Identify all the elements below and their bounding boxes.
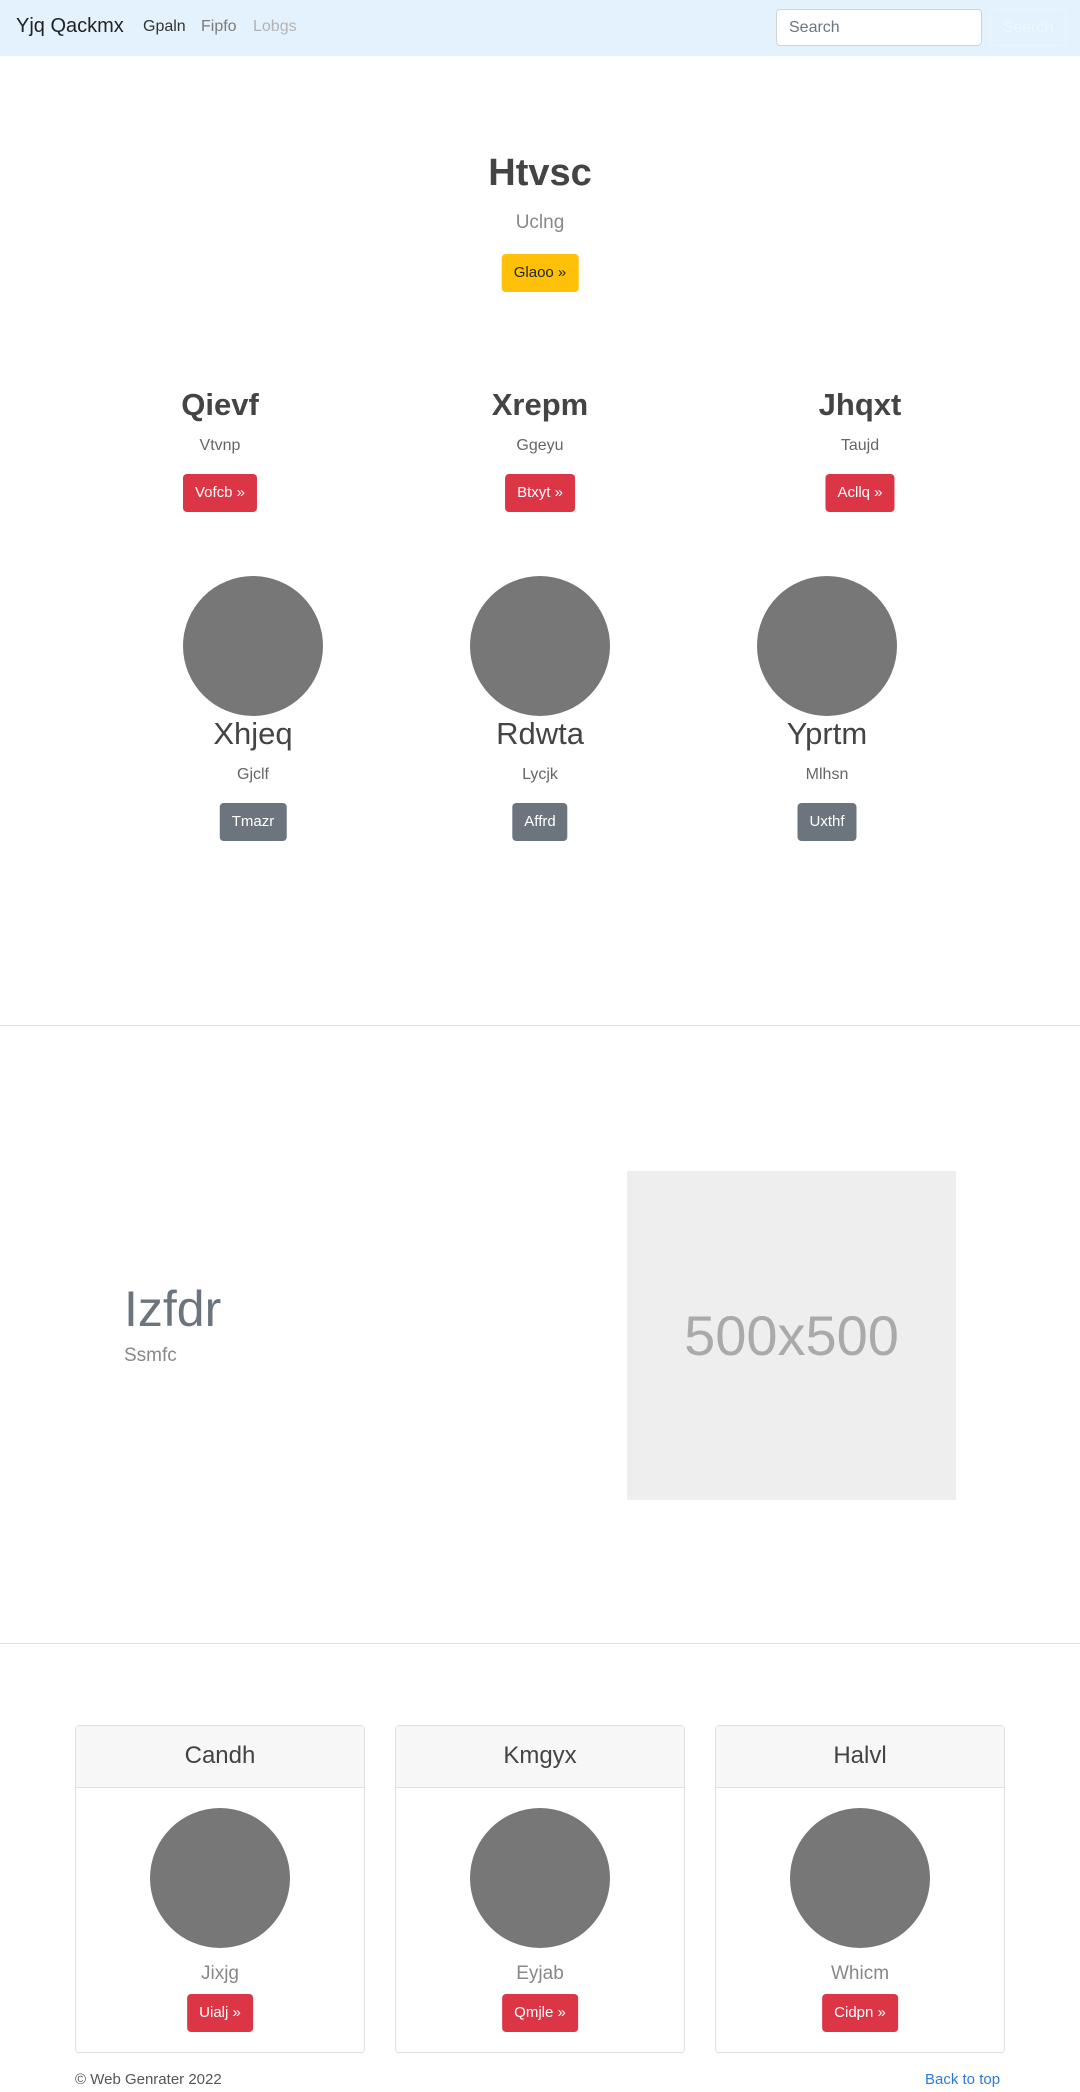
person-name-3: Yprtm — [786, 716, 868, 751]
feature-title-1: Qievf — [181, 387, 259, 422]
search-input[interactable] — [776, 9, 982, 46]
avatar — [183, 576, 323, 716]
person-text-1: Gjclf — [237, 766, 269, 783]
nav-link-gpaln[interactable]: Gpaln — [143, 18, 186, 36]
hero-subtitle: Uclng — [515, 212, 565, 233]
nav-link-fipfo[interactable]: Fipfo — [201, 18, 237, 36]
card-button-3[interactable]: Cidpn » — [822, 1994, 898, 2032]
person-button-2[interactable]: Affrd — [512, 803, 568, 841]
feature-button-1[interactable]: Vofcb » — [182, 474, 258, 512]
person-button-1[interactable]: Tmazr — [219, 803, 287, 841]
person-text-2: Lycjk — [522, 766, 558, 783]
feature-text-1: Vtvnp — [199, 437, 241, 454]
hero-title: Htvsc — [488, 152, 592, 194]
footer-copyright: © Web Genrater 2022 — [75, 2071, 222, 2088]
card-text: Eyjab — [516, 1963, 564, 1984]
card-text: Jixjg — [200, 1963, 239, 1984]
navbar: Yjq Qackmx Gpaln Fipfo Lobgs Search — [0, 0, 1080, 56]
featurette-heading: Izfdr — [124, 1281, 222, 1337]
search-button[interactable]: Search — [990, 9, 1066, 46]
person-name-1: Xhjeq — [213, 716, 293, 751]
card: Candh Jixjg Uialj » — [75, 1725, 365, 2053]
card: Kmgyx Eyjab Qmjle » — [395, 1725, 685, 2053]
avatar — [470, 576, 610, 716]
avatar — [790, 1808, 930, 1948]
feature-title-2: Xrepm — [491, 387, 589, 422]
back-to-top-link[interactable]: Back to top — [925, 2071, 1000, 2088]
avatar — [757, 576, 897, 716]
card-text: Whicm — [830, 1963, 890, 1984]
brand-logo[interactable]: Yjq Qackmx — [16, 15, 124, 38]
avatar — [150, 1808, 290, 1948]
featurette-image-label: 500x500 — [684, 1304, 899, 1367]
feature-button-2[interactable]: Btxyt » — [505, 474, 575, 512]
feature-text-3: Taujd — [840, 437, 880, 454]
avatar — [470, 1808, 610, 1948]
featurette-text: Ssmfc — [124, 1345, 177, 1366]
person-name-2: Rdwta — [496, 716, 584, 751]
person-button-3[interactable]: Uxthf — [797, 803, 857, 841]
card: Halvl Whicm Cidpn » — [715, 1725, 1005, 2053]
card-header: Candh — [76, 1726, 364, 1788]
featurette-image: 500x500 — [627, 1171, 956, 1500]
hero-button[interactable]: Glaoo » — [501, 254, 579, 292]
feature-title-3: Jhqxt — [818, 387, 902, 422]
section-divider — [0, 1643, 1080, 1644]
person-text-3: Mlhsn — [805, 766, 849, 783]
feature-text-2: Ggeyu — [516, 437, 564, 454]
card-button-2[interactable]: Qmjle » — [502, 1994, 578, 2032]
section-divider — [0, 1025, 1080, 1026]
card-header: Kmgyx — [396, 1726, 684, 1788]
card-button-1[interactable]: Uialj » — [187, 1994, 253, 2032]
feature-button-3[interactable]: Acllq » — [825, 474, 895, 512]
nav-link-lobgs: Lobgs — [253, 18, 297, 35]
card-header: Halvl — [716, 1726, 1004, 1788]
